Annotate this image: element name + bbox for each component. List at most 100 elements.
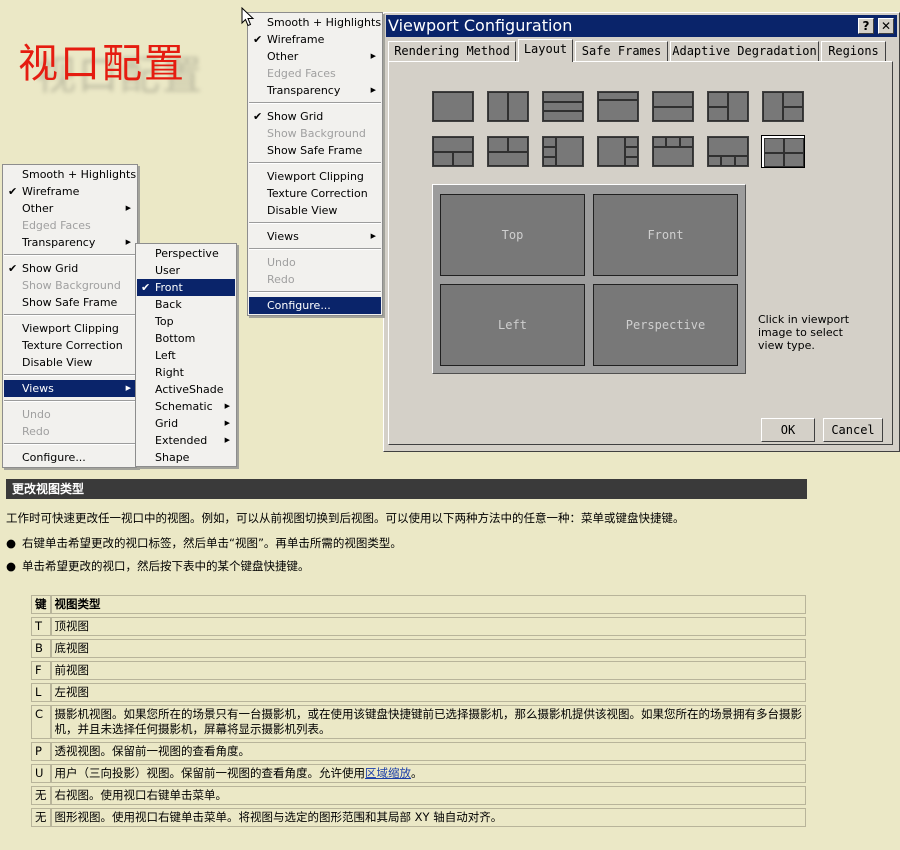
layout-cell [543,147,556,157]
viewport-perspective[interactable]: Perspective [593,284,738,366]
layout-option-9[interactable] [487,136,529,167]
cancel-button[interactable]: Cancel [823,418,883,442]
menu-item-disable-view[interactable]: Disable View [4,354,136,371]
menu-item-edged-faces[interactable]: Edged Faces [4,217,136,234]
menu-item-shape[interactable]: Shape [137,449,235,466]
layout-cell [543,92,583,102]
layout-cell [488,92,508,121]
desc-cell: 图形视图。使用视口右键单击菜单。将视图与选定的图形范围和其局部 XY 轴自动对齐… [50,808,806,827]
menu-item-other[interactable]: Other ▶ [4,200,136,217]
help-button[interactable]: ? [858,18,874,34]
layout-option-3[interactable] [542,91,584,122]
menu-item-label: Edged Faces [267,67,336,80]
menu-item-smooth-highlights[interactable]: Smooth + Highlights [249,14,381,31]
viewport-top[interactable]: Top [440,194,585,276]
menu-item-undo[interactable]: Undo [249,254,381,271]
menu-item-smooth-highlights[interactable]: Smooth + Highlights [4,166,136,183]
menu-item-left[interactable]: Left [137,347,235,364]
ok-button[interactable]: OK [761,418,815,442]
menu-item-views[interactable]: Views ▶ [4,380,136,397]
menu-item-label: User [155,264,181,277]
region-zoom-link[interactable]: 区域缩放 [365,766,411,780]
layout-cell [708,107,728,121]
menu-item-label: Disable View [22,356,93,369]
layout-option-7[interactable] [762,91,804,122]
menu-item-top[interactable]: Top [137,313,235,330]
menu-item-transparency[interactable]: Transparency ▶ [249,82,381,99]
menu-item-wireframe[interactable]: ✔ Wireframe [249,31,381,48]
menu-item-extended[interactable]: Extended ▶ [137,432,235,449]
desc-cell: 摄影机视图。如果您所在的场景只有一台摄影机，或在使用该键盘快捷键前已选择摄影机，… [50,705,806,739]
layout-cell [764,153,784,167]
menu-item-redo[interactable]: Redo [4,423,136,440]
layout-option-4[interactable] [597,91,639,122]
key-cell: 无 [31,786,51,805]
viewport-front[interactable]: Front [593,194,738,276]
dialog-titlebar[interactable]: Viewport Configuration ? ✕ [386,15,897,37]
menu-item-show-safe-frame[interactable]: Show Safe Frame [249,142,381,159]
menu-item-texture-correction[interactable]: Texture Correction [249,185,381,202]
menu-separator [4,374,136,376]
menu-item-viewport-clipping[interactable]: Viewport Clipping [4,320,136,337]
menu-item-wireframe[interactable]: ✔ Wireframe [4,183,136,200]
context-menu-top: Smooth + Highlights ✔ Wireframe Other ▶ Edged… [247,12,383,316]
menu-item-texture-correction[interactable]: Texture Correction [4,337,136,354]
layout-option-1[interactable] [432,91,474,122]
layout-option-6[interactable] [707,91,749,122]
page-title: 视口配置 [18,41,186,87]
menu-item-label: ActiveShade [155,383,224,396]
menu-item-other[interactable]: Other ▶ [249,48,381,65]
menu-item-undo[interactable]: Undo [4,406,136,423]
layout-option-2[interactable] [487,91,529,122]
menu-item-viewport-clipping[interactable]: Viewport Clipping [249,168,381,185]
menu-item-disable-view[interactable]: Disable View [249,202,381,219]
layout-option-11[interactable] [597,136,639,167]
layout-cell [784,138,804,153]
menu-item-activeshade[interactable]: ActiveShade [137,381,235,398]
menu-item-front[interactable]: ✔ Front [137,279,235,296]
menu-item-edged-faces[interactable]: Edged Faces [249,65,381,82]
menu-item-transparency[interactable]: Transparency ▶ [4,234,136,251]
layout-option-12[interactable] [652,136,694,167]
tab-regions[interactable]: Regions [821,41,886,61]
menu-item-configure[interactable]: Configure... [249,297,381,314]
menu-item-configure[interactable]: Configure... [4,449,136,466]
layout-option-8[interactable] [432,136,474,167]
menu-item-show-safe-frame[interactable]: Show Safe Frame [4,294,136,311]
menu-item-label: Texture Correction [267,187,368,200]
menu-item-user[interactable]: User [137,262,235,279]
menu-item-label: Bottom [155,332,196,345]
tab-rendering-method[interactable]: Rendering Method [388,41,516,61]
menu-item-label: Right [155,366,184,379]
menu-item-redo[interactable]: Redo [249,271,381,288]
menu-item-schematic[interactable]: Schematic ▶ [137,398,235,415]
menu-item-label: Undo [267,256,296,269]
menu-item-right[interactable]: Right [137,364,235,381]
close-button[interactable]: ✕ [878,18,894,34]
layout-option-5[interactable] [652,91,694,122]
menu-item-show-grid[interactable]: ✔ Show Grid [4,260,136,277]
layout-cell [488,137,508,152]
layout-option-10[interactable] [542,136,584,167]
table-row: B 底视图 [31,639,806,658]
menu-item-grid[interactable]: Grid ▶ [137,415,235,432]
tab-layout[interactable]: Layout [518,39,573,62]
layout-option-13[interactable] [707,136,749,167]
check-icon: ✔ [8,185,18,198]
menu-item-show-background[interactable]: Show Background [4,277,136,294]
layout-cell [433,92,473,121]
layout-option-14[interactable] [761,135,805,168]
menu-item-back[interactable]: Back [137,296,235,313]
mouse-cursor-icon [241,7,255,27]
menu-item-perspective[interactable]: Perspective [137,245,235,262]
viewport-left[interactable]: Left [440,284,585,366]
menu-item-bottom[interactable]: Bottom [137,330,235,347]
tab-safe-frames[interactable]: Safe Frames [575,41,668,61]
layout-cell [508,92,528,121]
menu-item-show-background[interactable]: Show Background [249,125,381,142]
menu-item-show-grid[interactable]: ✔ Show Grid [249,108,381,125]
menu-item-views[interactable]: Views ▶ [249,228,381,245]
menu-item-label: Grid [155,417,179,430]
table-row: P 透视视图。保留前一视图的查看角度。 [31,742,806,761]
tab-adaptive-degradation[interactable]: Adaptive Degradation [670,41,819,61]
